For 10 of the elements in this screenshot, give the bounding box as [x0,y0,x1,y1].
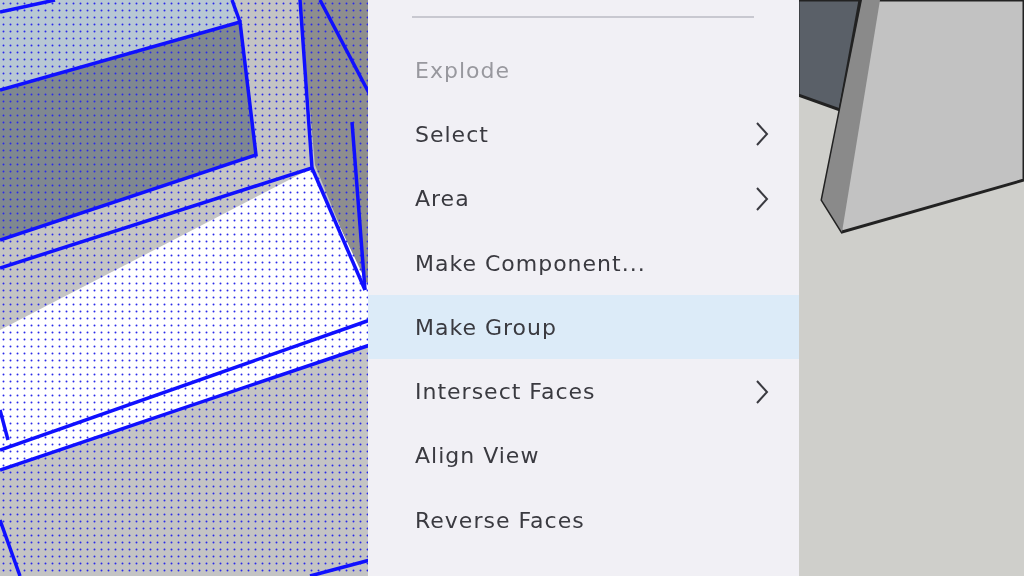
menu-item[interactable]: Make Group [368,295,799,360]
menu-item[interactable]: Align View [368,423,799,489]
chevron-right-icon [755,185,769,212]
menu-item[interactable]: Reverse Faces [368,488,799,553]
menu-item[interactable]: Area [368,166,799,231]
chevron-right-icon [755,378,769,405]
menu-item[interactable]: Select [368,102,799,167]
chevron-right-icon [755,121,769,148]
menu-item[interactable]: Intersect Faces [368,359,799,424]
menu-item[interactable]: Make Component... [368,230,799,296]
